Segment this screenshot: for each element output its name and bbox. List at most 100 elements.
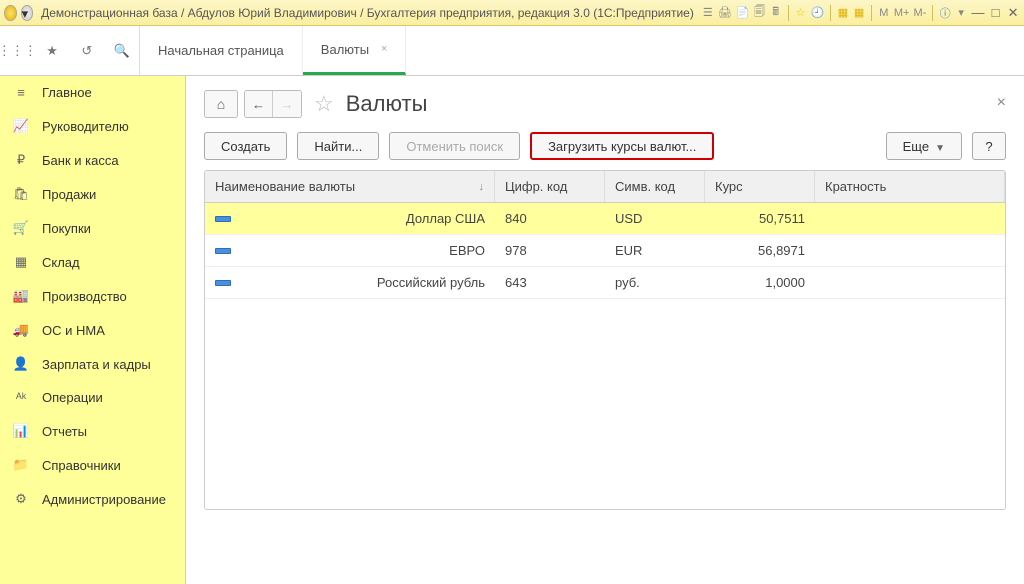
calc-icon[interactable]: 🖩 [770, 5, 782, 21]
cell-num: 840 [495, 203, 605, 234]
sidebar-item-10[interactable]: 📊 Отчеты [0, 414, 185, 448]
main-content: × ⌂ ← → ☆ Валюты Создать Найти... Отмени… [186, 76, 1024, 584]
row-icon [215, 248, 231, 254]
table-row[interactable]: Российский рубль643руб.1,0000 [205, 267, 1005, 299]
cell-name: ЕВРО [449, 243, 485, 258]
sidebar-icon: ⚙ [12, 491, 30, 507]
quick-icons: ⋮⋮⋮ ★ ↺ 🔍 [0, 26, 140, 75]
mplus-icon[interactable]: M+ [894, 5, 910, 21]
table-row[interactable]: Доллар США840USD50,7511 [205, 203, 1005, 235]
home-button[interactable]: ⌂ [204, 90, 238, 118]
sidebar: ≡ Главное 📈Руководителю₽Банк и касса 🛍 Прода… [0, 76, 186, 584]
action-toolbar: Создать Найти... Отменить поиск Загрузит… [204, 132, 1006, 160]
sidebar-icon: 📁 [12, 457, 30, 473]
top-toolbar: ⋮⋮⋮ ★ ↺ 🔍 Начальная страница Валюты × [0, 26, 1024, 76]
cell-rate: 56,8971 [705, 235, 815, 266]
sidebar-item-8[interactable]: 👤Зарплата и кадры [0, 347, 185, 381]
sidebar-item-label: Отчеты [42, 424, 87, 439]
sidebar-icon: ≡ [12, 85, 30, 100]
sidebar-icon: ₽ [12, 152, 30, 168]
row-icon [215, 280, 231, 286]
sidebar-icon: 🛍 [12, 186, 30, 202]
grid-header: Наименование валюты ↓ Цифр. код Симв. ко… [205, 171, 1005, 203]
window-titlebar: ▾ Демонстрационная база / Абдулов Юрий В… [0, 0, 1024, 26]
cancel-search-button: Отменить поиск [389, 132, 520, 160]
help-button[interactable]: ? [972, 132, 1006, 160]
find-button[interactable]: Найти... [297, 132, 379, 160]
sidebar-item-0[interactable]: ≡ Главное [0, 76, 185, 109]
tab-currencies[interactable]: Валюты × [303, 26, 407, 75]
app-icon-1c [4, 5, 17, 21]
forward-button[interactable]: → [273, 91, 301, 117]
nav-arrows: ← → [244, 90, 302, 118]
calc2-icon[interactable]: ▦ [853, 5, 865, 21]
cell-mult [815, 211, 1005, 227]
row-icon [215, 216, 231, 222]
dropdown-icon[interactable]: ▾ [21, 5, 34, 21]
col-name[interactable]: Наименование валюты ↓ [205, 171, 495, 202]
chevron-down-icon: ▼ [935, 143, 945, 154]
currencies-grid: Наименование валюты ↓ Цифр. код Симв. ко… [204, 170, 1006, 510]
more-button[interactable]: Еще▼ [886, 132, 962, 160]
sidebar-item-1[interactable]: 📈Руководителю [0, 109, 185, 143]
sidebar-item-4[interactable]: 🛒Покупки [0, 211, 185, 245]
sidebar-item-7[interactable]: 🚚ОС и НМА [0, 313, 185, 347]
sidebar-item-label: Руководителю [42, 119, 129, 134]
history-icon[interactable]: ↺ [78, 42, 96, 60]
print-icon[interactable]: 🖨 [718, 5, 732, 21]
sidebar-item-11[interactable]: 📁Справочники [0, 448, 185, 482]
tab-currencies-label: Валюты [321, 42, 369, 57]
cell-rate: 50,7511 [705, 203, 815, 234]
back-button[interactable]: ← [245, 91, 273, 117]
cell-mult [815, 243, 1005, 259]
sidebar-icon: ᴬᵏ [12, 390, 30, 405]
mminus-icon[interactable]: M- [913, 5, 926, 21]
tab-home[interactable]: Начальная страница [140, 26, 303, 75]
sidebar-item-9[interactable]: ᴬᵏОперации [0, 381, 185, 414]
favorite-star-icon[interactable]: ☆ [314, 91, 334, 117]
sort-asc-icon: ↓ [479, 181, 485, 193]
tab-home-label: Начальная страница [158, 43, 284, 58]
close-icon[interactable]: × [381, 43, 387, 55]
calc1-icon[interactable]: ▦ [837, 5, 849, 21]
page-close-button[interactable]: × [997, 94, 1006, 112]
sidebar-item-label: Главное [42, 85, 92, 100]
toolbar-icon[interactable]: ☰ [702, 5, 714, 21]
sidebar-item-label: Администрирование [42, 492, 166, 507]
sidebar-item-3[interactable]: 🛍 Продажи [0, 177, 185, 211]
col-sym-code[interactable]: Симв. код [605, 171, 705, 202]
sidebar-item-12[interactable]: ⚙ Администрирование [0, 482, 185, 516]
close-button[interactable]: ✕ [1006, 5, 1020, 21]
col-mult[interactable]: Кратность [815, 171, 1005, 202]
maximize-button[interactable]: □ [989, 5, 1003, 21]
sidebar-item-5[interactable]: ▦Склад [0, 245, 185, 279]
doc-icon[interactable]: 📄 [736, 5, 750, 21]
clock-icon[interactable]: 🕘 [811, 5, 825, 21]
col-name-label: Наименование валюты [215, 179, 355, 194]
info-drop-icon[interactable]: ▾ [955, 5, 967, 21]
grid-body[interactable]: Доллар США840USD50,7511 ЕВРО 978EUR56,8971… [205, 203, 1005, 509]
sidebar-icon: 📊 [12, 423, 30, 439]
sidebar-item-6[interactable]: 🏭Производство [0, 279, 185, 313]
cell-num: 978 [495, 235, 605, 266]
minimize-button[interactable]: — [971, 5, 985, 21]
cell-sym: USD [605, 203, 705, 234]
compare-icon[interactable]: 🗐 [754, 5, 766, 21]
apps-icon[interactable]: ⋮⋮⋮ [8, 42, 26, 60]
sidebar-item-label: Склад [42, 255, 80, 270]
page-title: Валюты [346, 91, 428, 117]
load-rates-button[interactable]: Загрузить курсы валют... [530, 132, 714, 160]
col-num-code[interactable]: Цифр. код [495, 171, 605, 202]
col-rate[interactable]: Курс [705, 171, 815, 202]
sidebar-item-label: ОС и НМА [42, 323, 105, 338]
table-row[interactable]: ЕВРО 978EUR56,8971 [205, 235, 1005, 267]
star-icon[interactable]: ☆ [794, 5, 806, 21]
create-button[interactable]: Создать [204, 132, 287, 160]
cell-sym: EUR [605, 235, 705, 266]
m-icon[interactable]: M [878, 5, 890, 21]
sidebar-item-2[interactable]: ₽Банк и касса [0, 143, 185, 177]
search-icon[interactable]: 🔍 [113, 42, 131, 60]
info-icon[interactable]: ⓘ [939, 5, 951, 21]
favorite-icon[interactable]: ★ [43, 42, 61, 60]
sidebar-item-label: Продажи [42, 187, 96, 202]
